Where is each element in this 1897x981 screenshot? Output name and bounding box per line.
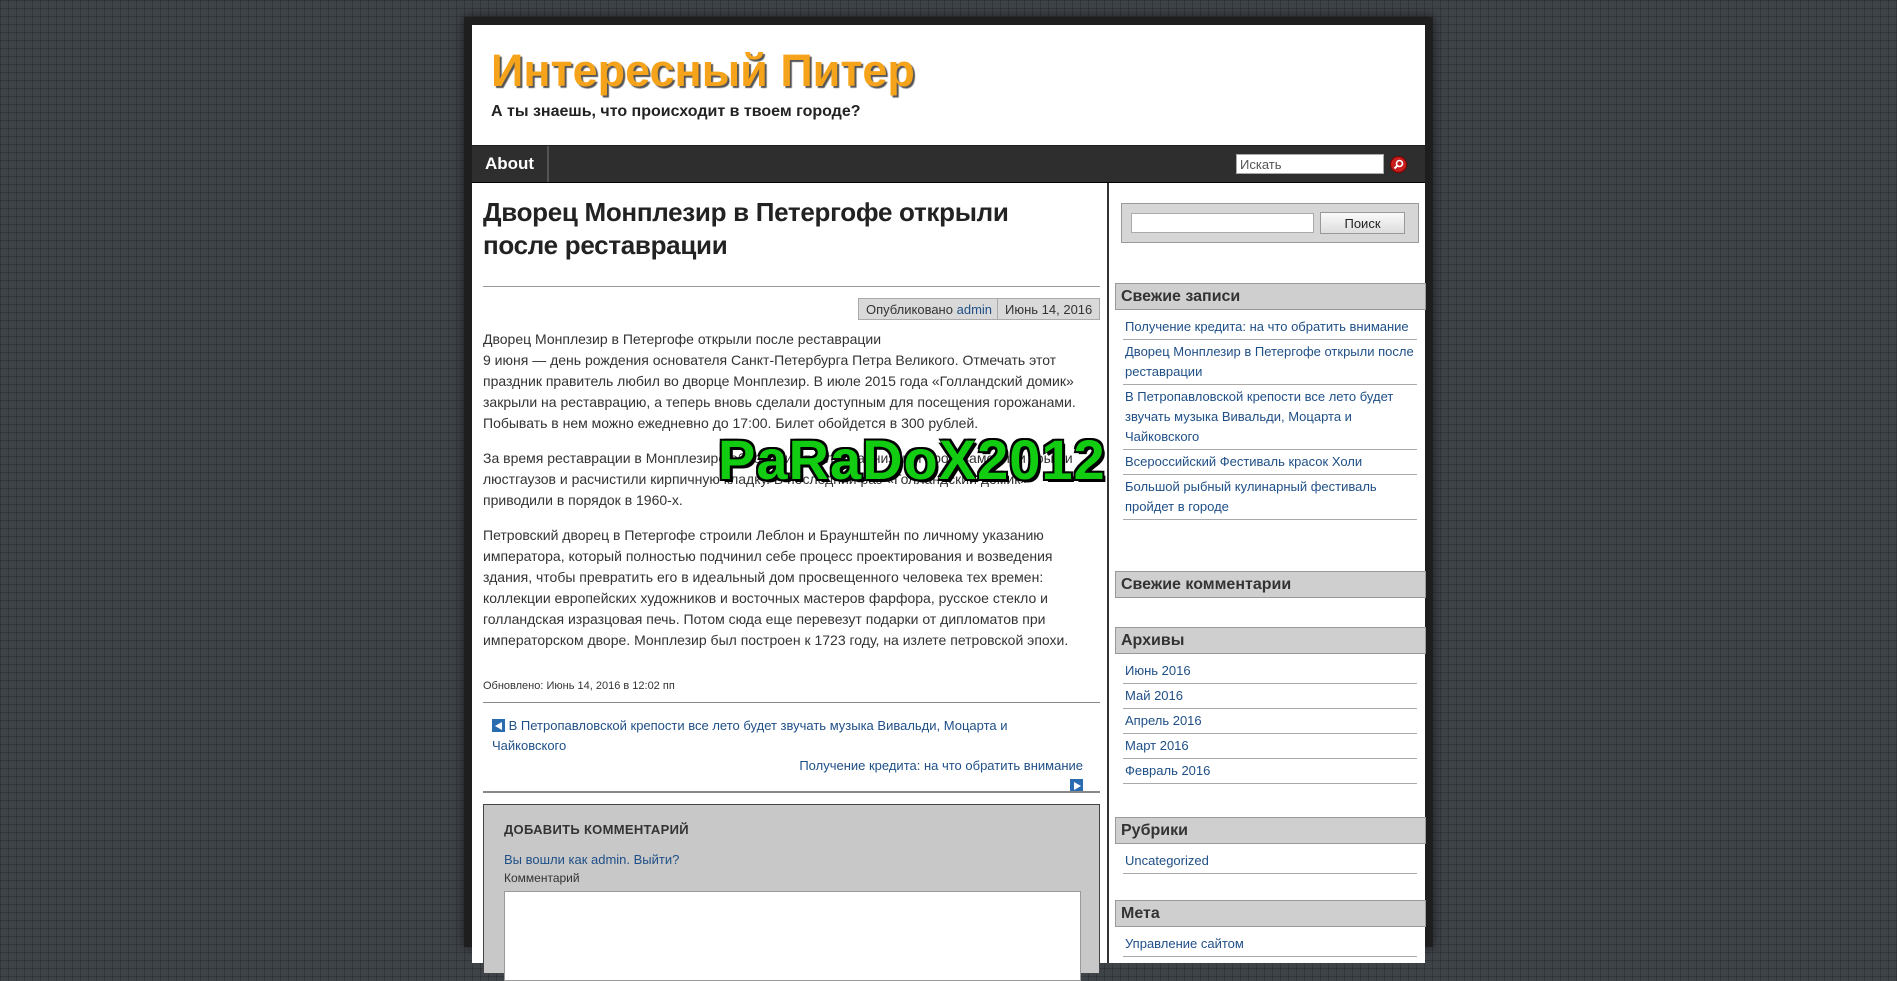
category-link[interactable]: Uncategorized (1123, 849, 1417, 874)
archive-link[interactable]: Июнь 2016 (1123, 659, 1417, 684)
comment-textarea[interactable] (504, 891, 1081, 981)
top-search-button[interactable] (1390, 156, 1407, 173)
recent-post-link[interactable]: Получение кредита: на что обратить внима… (1123, 315, 1417, 340)
top-search-input[interactable] (1236, 154, 1384, 174)
post-title: Дворец Монплезир в Петергофе открыли пос… (483, 197, 1009, 260)
top-nav-bar: About (472, 146, 1425, 183)
recent-post-link[interactable]: Большой рыбный кулинарный фестиваль прой… (1123, 475, 1417, 520)
page-wrapper: Интересный Питер А ты знаешь, что происх… (464, 17, 1433, 981)
recent-comments-title: Свежие комментарии (1115, 571, 1426, 598)
divider (483, 286, 1100, 287)
archive-link[interactable]: Апрель 2016 (1123, 709, 1417, 734)
recent-post-link[interactable]: В Петропавловской крепости все лето буде… (1123, 385, 1417, 450)
site-title[interactable]: Интересный Питер (491, 43, 915, 99)
comment-form: ДОБАВИТЬ КОММЕНТАРИЙ Вы вошли как admin.… (483, 804, 1100, 981)
post-paragraph: Петровский дворец в Петергофе строили Ле… (483, 527, 1069, 648)
archive-link[interactable]: Февраль 2016 (1123, 759, 1417, 784)
previous-post-title[interactable]: В Петропавловской крепости все лето буде… (492, 718, 1008, 753)
main-area: Дворец Монплезир в Петергофе открыли пос… (472, 183, 1426, 981)
previous-post-link[interactable]: В Петропавловской крепости все лето буде… (492, 716, 1012, 756)
post-content: Дворец Монплезир в Петергофе открыли пос… (472, 183, 1109, 981)
post-paragraph: Дворец Монплезир в Петергофе открыли пос… (483, 331, 1076, 431)
divider (483, 791, 1100, 793)
meta-list: Управление сайтом (1123, 932, 1417, 957)
sidebar-search-widget: Поиск (1121, 203, 1419, 243)
recent-post-link[interactable]: Дворец Монплезир в Петергофе открыли пос… (1123, 340, 1417, 385)
meta-link[interactable]: Управление сайтом (1123, 932, 1417, 957)
categories-title: Рубрики (1115, 817, 1426, 844)
recent-post-link[interactable]: Всероссийский Фестиваль красок Холи (1123, 450, 1417, 475)
arrow-left-icon (492, 719, 505, 732)
archive-link[interactable]: Март 2016 (1123, 734, 1417, 759)
site-tagline: А ты знаешь, что происходит в твоем горо… (491, 103, 861, 120)
published-prefix: Опубликовано (866, 302, 953, 317)
next-post-link[interactable]: Получение кредита: на что обратить внима… (783, 756, 1083, 796)
recent-posts-list: Получение кредита: на что обратить внима… (1123, 315, 1417, 520)
search-icon (1393, 159, 1404, 170)
sidebar-search-input[interactable] (1131, 213, 1314, 233)
recent-posts-title: Свежие записи (1115, 283, 1426, 310)
post-date-badge: Июнь 14, 2016 (997, 298, 1101, 320)
archives-list: Июнь 2016 Май 2016 Апрель 2016 Март 2016… (1123, 659, 1417, 784)
updated-timestamp: Обновлено: Июнь 14, 2016 в 12:02 пп (483, 680, 675, 692)
comment-label: Комментарий (504, 871, 580, 885)
divider (483, 702, 1100, 703)
author-link[interactable]: admin (957, 302, 992, 317)
post-body: Дворец Монплезир в Петергофе открыли пос… (483, 329, 1095, 665)
sidebar-search-button[interactable]: Поиск (1320, 212, 1405, 234)
archive-link[interactable]: Май 2016 (1123, 684, 1417, 709)
sidebar: Поиск Свежие записи Получение кредита: н… (1109, 183, 1426, 963)
post-paragraph: За время реставрации в Монплезире обнови… (483, 450, 1073, 508)
next-post-title[interactable]: Получение кредита: на что обратить внима… (799, 758, 1083, 773)
archives-title: Архивы (1115, 627, 1426, 654)
comment-heading: ДОБАВИТЬ КОММЕНТАРИЙ (504, 822, 689, 837)
site-header: Интересный Питер А ты знаешь, что происх… (472, 25, 1425, 145)
categories-list: Uncategorized (1123, 849, 1417, 874)
post-author-badge: Опубликовано admin (858, 298, 1001, 320)
logged-in-as-link[interactable]: Вы вошли как admin. Выйти? (504, 852, 679, 867)
meta-title: Мета (1115, 900, 1426, 927)
nav-item-about[interactable]: About (472, 146, 550, 182)
